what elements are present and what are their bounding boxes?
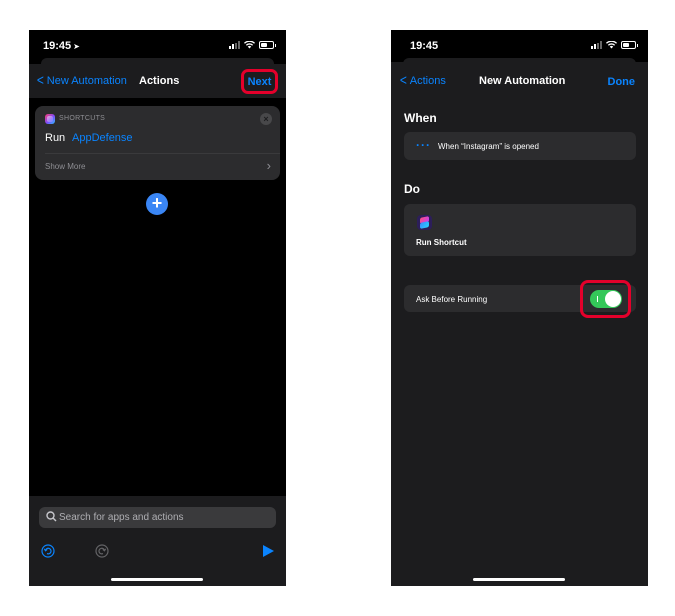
chevron-left-icon: < bbox=[36, 72, 44, 89]
toggle-knob bbox=[605, 291, 621, 307]
status-time: 19:45 bbox=[410, 40, 439, 52]
card-divider bbox=[45, 153, 280, 154]
search-icon bbox=[46, 511, 57, 522]
home-indicator bbox=[473, 578, 565, 581]
do-action-label: Run Shortcut bbox=[416, 238, 467, 247]
search-input[interactable] bbox=[57, 507, 267, 528]
redo-icon[interactable] bbox=[95, 544, 109, 558]
run-label: Run bbox=[45, 132, 66, 144]
card-app-label: SHORTCUTS bbox=[59, 115, 106, 122]
wifi-icon bbox=[606, 41, 617, 49]
nav-title: New Automation bbox=[479, 75, 566, 87]
shortcuts-app-icon bbox=[417, 215, 432, 230]
location-arrow-icon: ➤ bbox=[73, 42, 80, 51]
status-time: 19:45 ➤ bbox=[43, 40, 80, 52]
next-button[interactable]: Next bbox=[241, 69, 278, 94]
back-label: Actions bbox=[409, 75, 446, 87]
ask-before-running-label: Ask Before Running bbox=[416, 295, 488, 304]
status-icons bbox=[591, 41, 638, 49]
chevron-left-icon: < bbox=[399, 72, 407, 89]
when-trigger-text: When “Instagram” is opened bbox=[438, 142, 539, 151]
shortcuts-app-icon bbox=[45, 114, 55, 124]
action-card[interactable]: SHORTCUTS × Run AppDefense Show More › bbox=[35, 106, 280, 180]
signal-icon bbox=[591, 41, 602, 49]
wifi-icon bbox=[244, 41, 255, 49]
done-button[interactable]: Done bbox=[608, 76, 636, 88]
phone-new-automation-screen: 19:45 < Actions New Automation Done When… bbox=[391, 30, 648, 586]
battery-icon bbox=[621, 41, 638, 49]
toggle-on-mark bbox=[597, 296, 598, 302]
nav-bar: < Actions New Automation Done bbox=[391, 64, 648, 98]
signal-icon bbox=[229, 41, 240, 49]
play-icon[interactable] bbox=[263, 545, 274, 557]
undo-icon[interactable] bbox=[41, 544, 55, 558]
ask-before-running-toggle[interactable] bbox=[590, 290, 622, 308]
run-target-token[interactable]: AppDefense bbox=[72, 132, 133, 144]
status-icons bbox=[229, 41, 276, 49]
add-action-button[interactable]: + bbox=[146, 193, 168, 215]
do-action-cell[interactable]: Run Shortcut bbox=[404, 204, 636, 256]
toggle-highlight bbox=[580, 280, 631, 318]
search-bar[interactable] bbox=[39, 507, 276, 528]
do-section-title: Do bbox=[404, 182, 420, 196]
battery-icon bbox=[259, 41, 276, 49]
back-button[interactable]: < Actions bbox=[399, 72, 446, 89]
nav-title: Actions bbox=[139, 75, 180, 87]
nav-bar: < New Automation Actions Next bbox=[29, 64, 286, 98]
back-button[interactable]: < New Automation bbox=[36, 72, 127, 89]
show-more-button[interactable]: Show More bbox=[45, 162, 85, 171]
home-indicator bbox=[111, 578, 203, 581]
action-search-panel bbox=[29, 496, 286, 586]
when-section-title: When bbox=[404, 111, 437, 125]
back-label: New Automation bbox=[46, 75, 127, 87]
close-icon[interactable]: × bbox=[260, 113, 272, 125]
add-icon: + bbox=[151, 193, 163, 213]
more-dots-icon: ··· bbox=[416, 138, 431, 152]
chevron-right-icon: › bbox=[266, 158, 271, 173]
when-trigger-cell[interactable]: ··· When “Instagram” is opened bbox=[404, 132, 636, 160]
phone-actions-screen: 19:45 ➤ < New Automation Actions Next SHO… bbox=[29, 30, 286, 586]
